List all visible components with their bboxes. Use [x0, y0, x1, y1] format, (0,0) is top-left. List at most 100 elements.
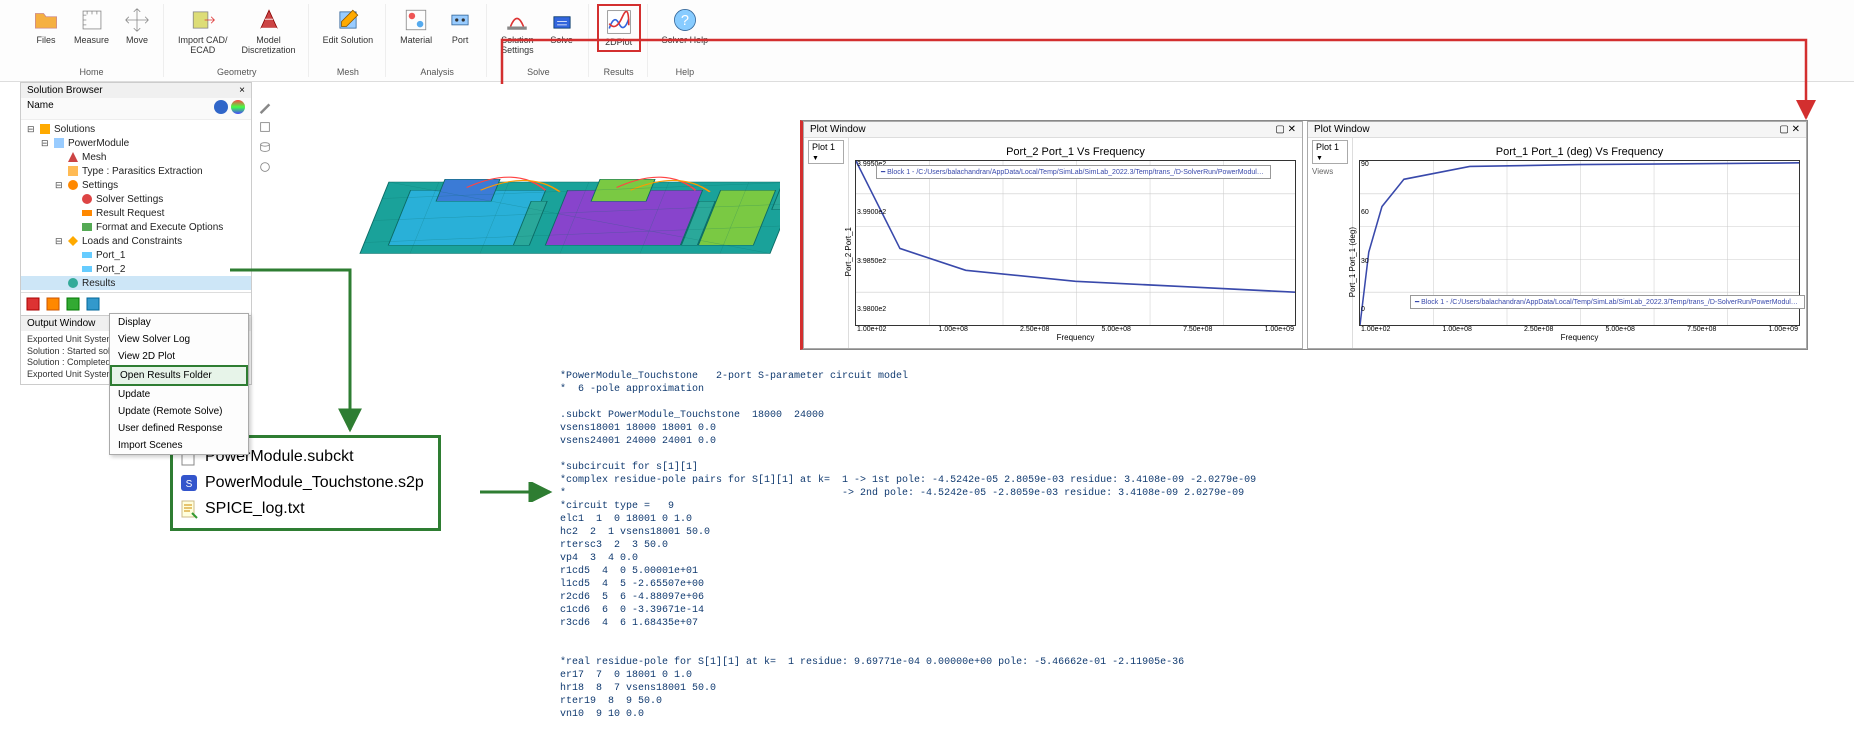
- window-controls[interactable]: ▢ ✕: [1779, 124, 1800, 135]
- plot-area[interactable]: Port_2 Port_1 3.9950e23.9900e23.9850e23.…: [855, 160, 1296, 326]
- plot-title: Port_1 Port_1 (deg) Vs Frequency: [1359, 144, 1800, 160]
- model-discretization-button[interactable]: Model Discretization: [236, 4, 302, 58]
- tree-node-result-request[interactable]: Result Request: [21, 206, 251, 220]
- tree-icon: [81, 207, 93, 219]
- edit-icon: [334, 6, 362, 34]
- expand-icon[interactable]: ⊟: [55, 236, 64, 247]
- -dplot-button[interactable]: 2DPlot: [597, 4, 641, 52]
- solve-icon: [548, 6, 576, 34]
- material-icon: [402, 6, 430, 34]
- menu-item-update[interactable]: Update: [110, 386, 248, 403]
- browser-header: Solution Browser ×: [21, 83, 251, 98]
- tab-icon-3[interactable]: [65, 296, 81, 312]
- tree-node-results[interactable]: Results: [21, 276, 251, 290]
- y-axis-label: Port_1 Port_1 (deg): [1348, 227, 1357, 297]
- tree-icon: [67, 179, 79, 191]
- tree-icon: [67, 277, 79, 289]
- file-powermodule-touchstone-s2p[interactable]: S PowerModule_Touchstone.s2p: [179, 470, 424, 496]
- import-cad-ecad-button[interactable]: Import CAD/ ECAD: [172, 4, 234, 58]
- y-axis-label: Port_2 Port_1: [844, 227, 853, 276]
- results-context-menu: DisplayView Solver LogView 2D PlotOpen R…: [109, 313, 249, 455]
- file-spice-log-txt[interactable]: SPICE_log.txt: [179, 496, 424, 522]
- rgb-icon[interactable]: [231, 100, 245, 114]
- plot-legend: ━ Block 1 - /C:/Users/balachandran/AppDa…: [1410, 295, 1805, 309]
- browser-column-header: Name: [21, 98, 251, 120]
- move-button[interactable]: Move: [117, 4, 157, 48]
- ribbon-group-label: Geometry: [217, 67, 257, 77]
- tab-icon-2[interactable]: [45, 296, 61, 312]
- solution-tree: ⊟Solutions⊟PowerModuleMeshType : Parasit…: [21, 120, 251, 292]
- txt-icon: [179, 499, 199, 519]
- move-icon: [123, 6, 151, 34]
- menu-item-view-solver-log[interactable]: View Solver Log: [110, 331, 248, 348]
- tree-node-powermodule[interactable]: ⊟PowerModule: [21, 136, 251, 150]
- solution-settings-button[interactable]: Solution Settings: [495, 4, 540, 58]
- window-controls[interactable]: ▢ ✕: [1275, 124, 1296, 135]
- tab-icon-4[interactable]: [85, 296, 101, 312]
- x-axis-label: Frequency: [855, 333, 1296, 342]
- file-name: SPICE_log.txt: [205, 500, 305, 518]
- x-ticks: 1.00e+021.00e+082.50e+085.00e+087.50e+08…: [1359, 326, 1800, 333]
- file-name: PowerModule_Touchstone.s2p: [205, 474, 424, 492]
- tree-icon: [67, 165, 79, 177]
- ribbon-toolbar: FilesMeasureMove Home Import CAD/ ECADMode…: [0, 0, 1854, 82]
- ruler-icon: [78, 6, 106, 34]
- solver-help-button[interactable]: ?Solver Help: [656, 4, 715, 48]
- tab-icon-1[interactable]: [25, 296, 41, 312]
- output-window-title: Output Window: [27, 318, 95, 329]
- menu-item-user-defined-response[interactable]: User defined Response: [110, 420, 248, 437]
- plot-sidebar: Plot 1 ▼ Views: [1308, 138, 1353, 348]
- column-name: Name: [27, 100, 54, 117]
- material-button[interactable]: Material: [394, 4, 438, 48]
- plot-area[interactable]: Port_1 Port_1 (deg) 9060300 ━ Block 1 - …: [1359, 160, 1800, 326]
- tree-icon: [53, 137, 65, 149]
- tree-node-solver-settings[interactable]: Solver Settings: [21, 192, 251, 206]
- subckt-file-contents: *PowerModule_Touchstone 2-port S-paramet…: [560, 370, 1256, 721]
- tree-node-loads-and-constraints[interactable]: ⊟Loads and Constraints: [21, 234, 251, 248]
- tree-node-port-2[interactable]: Port_2: [21, 262, 251, 276]
- arrow-file-to-spice: [480, 482, 560, 502]
- y-ticks: 9060300: [1361, 161, 1369, 313]
- menu-item-open-results-folder[interactable]: Open Results Folder: [110, 365, 248, 386]
- tree-icon: [81, 263, 93, 275]
- ribbon-group-label: Solve: [527, 67, 550, 77]
- expand-icon[interactable]: ⊟: [41, 138, 50, 149]
- menu-item-view-d-plot[interactable]: View 2D Plot: [110, 348, 248, 365]
- plot-legend: ━ Block 1 - /C:/Users/balachandran/AppDa…: [876, 165, 1271, 179]
- tree-icon: [67, 235, 79, 247]
- sphere-icon[interactable]: [214, 100, 228, 114]
- close-icon[interactable]: ×: [239, 85, 245, 96]
- menu-item-import-scenes[interactable]: Import Scenes: [110, 437, 248, 454]
- svg-text:?: ?: [681, 13, 689, 29]
- ribbon-group-label: Home: [80, 67, 104, 77]
- port-button[interactable]: Port: [440, 4, 480, 48]
- expand-icon[interactable]: ⊟: [27, 124, 36, 135]
- tree-icon: [39, 123, 51, 135]
- browser-tabs: [21, 292, 251, 315]
- tree-node-port-1[interactable]: Port_1: [21, 248, 251, 262]
- ribbon-group-label: Results: [604, 67, 634, 77]
- tree-node-settings[interactable]: ⊟Settings: [21, 178, 251, 192]
- menu-item-display[interactable]: Display: [110, 314, 248, 331]
- plot-tab[interactable]: Plot 1 ▼: [808, 140, 844, 164]
- expand-icon[interactable]: ⊟: [55, 180, 64, 191]
- plot-sidebar: Plot 1 ▼: [804, 138, 849, 348]
- s2p-icon: S: [179, 473, 199, 493]
- tree-node-format-and-execute-options[interactable]: Format and Execute Options: [21, 220, 251, 234]
- plot-window-1: Plot Window▢ ✕ Plot 1 ▼ Port_2 Port_1 Vs…: [803, 121, 1303, 349]
- help-icon: ?: [671, 6, 699, 34]
- plot-tab[interactable]: Plot 1 ▼: [1312, 140, 1348, 164]
- edit-solution-button[interactable]: Edit Solution: [317, 4, 380, 48]
- plot-window-title: Plot Window: [1314, 124, 1370, 135]
- files-button[interactable]: Files: [26, 4, 66, 48]
- tree-node-solutions[interactable]: ⊟Solutions: [21, 122, 251, 136]
- solve-button[interactable]: Solve: [542, 4, 582, 58]
- port-icon: [446, 6, 474, 34]
- tree-node-type-parasitics-extraction[interactable]: Type : Parasitics Extraction: [21, 164, 251, 178]
- viewport-3d[interactable]: [270, 105, 780, 335]
- tree-node-mesh[interactable]: Mesh: [21, 150, 251, 164]
- folder-icon: [32, 6, 60, 34]
- tree-icon: [81, 249, 93, 261]
- menu-item-update-remote-solve-[interactable]: Update (Remote Solve): [110, 403, 248, 420]
- measure-button[interactable]: Measure: [68, 4, 115, 48]
